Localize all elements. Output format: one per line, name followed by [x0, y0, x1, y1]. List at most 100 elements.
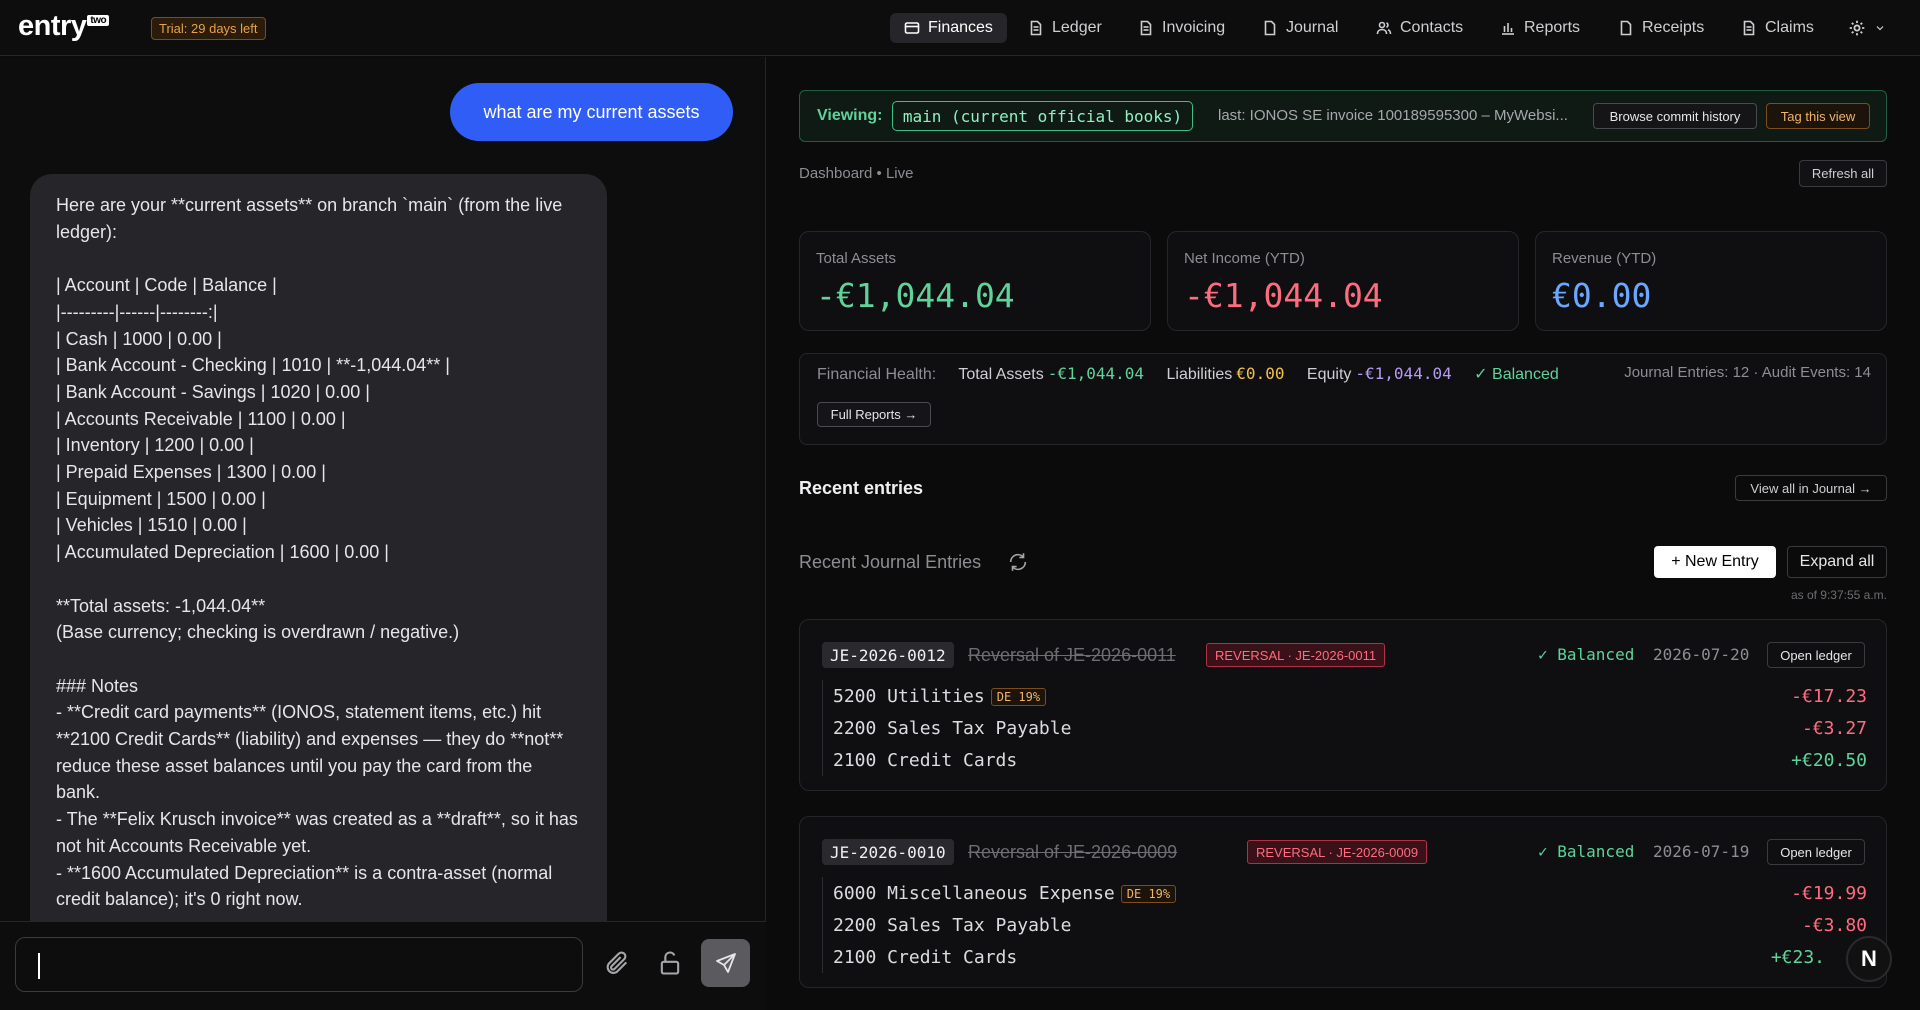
health-total-assets: Total Assets -€1,044.04 [958, 364, 1145, 383]
new-entry-button[interactable]: + New Entry [1654, 546, 1776, 578]
health-total-assets-value: -€1,044.04 [1047, 364, 1145, 383]
doc-icon [1743, 20, 1755, 36]
line-amount: -€17.23 [1791, 685, 1867, 707]
recent-journal-entries-title: Recent Journal Entries [799, 552, 982, 572]
line-account-name: 6000 Miscellaneous Expense [833, 882, 1115, 904]
line-account: 6000 Miscellaneous Expense DE 19% [833, 882, 1177, 904]
entry-lines: 5200 Utilities DE 19% -€17.23 2200 Sales … [822, 680, 1867, 776]
line-account: 2100 Credit Cards [833, 749, 1018, 771]
nav-label: Contacts [1400, 19, 1464, 36]
line-amount: +€20.50 [1791, 749, 1867, 771]
doc-icon [1140, 20, 1152, 36]
journal-entry-card: JE-2026-0010 Reversal of JE-2026-0009 RE… [799, 816, 1887, 988]
tax-badge: DE 19% [1120, 884, 1177, 903]
people-icon [1376, 21, 1392, 35]
nav-label: Claims [1765, 19, 1814, 36]
health-liabilities: Liabilities €0.00 [1166, 364, 1285, 383]
open-ledger-button[interactable]: Open ledger [1767, 642, 1865, 668]
entry-description: Reversal of JE-2026-0009 [968, 842, 1178, 862]
paperclip-icon[interactable] [603, 949, 631, 977]
nav-ledger[interactable]: Ledger [1014, 13, 1116, 43]
journal-audit-counts: Journal Entries: 12 · Audit Events: 14 [1624, 364, 1871, 381]
card-label: Net Income (YTD) [1184, 250, 1305, 267]
nav-label: Reports [1524, 19, 1581, 36]
entry-description: Reversal of JE-2026-0011 [968, 645, 1176, 665]
composer [0, 921, 766, 1010]
trial-badge[interactable]: Trial: 29 days left [151, 17, 266, 40]
expand-all-button[interactable]: Expand all [1787, 546, 1887, 578]
card-icon [904, 22, 920, 34]
total-assets-card: Total Assets -€1,044.04 [799, 231, 1151, 331]
top-bar: entry two Trial: 29 days left Finances Le… [0, 0, 1920, 56]
revenue-card: Revenue (YTD) €0.00 [1535, 231, 1887, 331]
line-account: 5200 Utilities DE 19% [833, 685, 1047, 707]
nav-label: Invoicing [1162, 19, 1226, 36]
line-account: 2100 Credit Cards [833, 946, 1018, 968]
health-liabilities-label: Liabilities [1166, 366, 1233, 383]
doc-icon [1030, 20, 1042, 36]
entry-balanced-status: ✓ Balanced [1538, 842, 1635, 861]
nav-reports[interactable]: Reports [1486, 13, 1594, 43]
journal-entry-card: JE-2026-0012 Reversal of JE-2026-0011 RE… [799, 619, 1887, 791]
as-of-timestamp: as of 9:37:55 a.m. [1790, 588, 1887, 602]
nav-finances[interactable]: Finances [890, 13, 1007, 43]
card-value: €0.00 [1552, 276, 1652, 315]
line-account: 2200 Sales Tax Payable [833, 914, 1072, 936]
user-message: what are my current assets [450, 83, 733, 141]
entry-date: 2026-07-20 [1653, 645, 1750, 664]
bar-chart-icon [1502, 23, 1514, 35]
last-commit-text: last: IONOS SE invoice 100189595300 – My… [1218, 107, 1568, 124]
nav-invoicing[interactable]: Invoicing [1124, 13, 1239, 43]
net-income-card: Net Income (YTD) -€1,044.04 [1167, 231, 1519, 331]
line-amount: +€23. [1770, 946, 1825, 968]
nav-receipts[interactable]: Receipts [1604, 13, 1718, 43]
health-liabilities-value: €0.00 [1236, 364, 1285, 383]
recent-entries-title: Recent entries [799, 478, 924, 498]
open-ledger-button[interactable]: Open ledger [1767, 839, 1865, 865]
gear-icon [1849, 20, 1865, 36]
chat-panel: what are my current assets Here are your… [0, 57, 766, 1010]
logo-superscript: two [87, 15, 110, 26]
unlock-icon[interactable] [656, 949, 684, 977]
refresh-icon[interactable] [1007, 551, 1029, 573]
line-amount: -€3.80 [1801, 914, 1867, 936]
entry-id[interactable]: JE-2026-0010 [822, 839, 954, 865]
nav-claims[interactable]: Claims [1727, 13, 1828, 43]
viewing-label: Viewing: [817, 107, 883, 124]
card-value: -€1,044.04 [1184, 276, 1383, 315]
nav-label: Finances [928, 19, 993, 36]
line-amount: -€19.99 [1791, 882, 1867, 904]
line-account-name: 5200 Utilities [833, 685, 985, 707]
branch-selector[interactable]: main (current official books) [892, 101, 1193, 131]
card-value: -€1,044.04 [816, 276, 1015, 315]
entry-line: 6000 Miscellaneous Expense DE 19% -€19.99 [823, 877, 1867, 909]
reversal-badge: REVERSAL · JE-2026-0011 [1206, 643, 1386, 667]
dashboard-status: Dashboard • Live [799, 165, 914, 182]
avatar[interactable]: N [1846, 936, 1892, 982]
full-reports-button[interactable]: Full Reports → [817, 402, 931, 427]
page-icon [1264, 20, 1276, 36]
message-input[interactable] [15, 937, 583, 992]
card-label: Total Assets [816, 250, 897, 267]
entry-line: 2100 Credit Cards +€23. [823, 941, 1867, 973]
send-button[interactable] [701, 939, 750, 987]
entry-lines: 6000 Miscellaneous Expense DE 19% -€19.99… [822, 877, 1867, 973]
browse-commit-history-button[interactable]: Browse commit history [1593, 103, 1757, 129]
branch-viewing-bar: Viewing: main (current official books) l… [799, 90, 1887, 142]
settings-menu[interactable] [1834, 13, 1900, 43]
assistant-message: Here are your **current assets** on bran… [30, 174, 607, 974]
app-logo[interactable]: entry two [18, 10, 110, 43]
refresh-all-button[interactable]: Refresh all [1799, 160, 1887, 187]
entry-line: 2200 Sales Tax Payable -€3.27 [823, 712, 1867, 744]
nav-contacts[interactable]: Contacts [1362, 13, 1477, 43]
entry-id[interactable]: JE-2026-0012 [822, 642, 954, 668]
page-icon [1620, 20, 1632, 36]
tag-view-button[interactable]: Tag this view [1766, 103, 1870, 129]
finances-dashboard: Viewing: main (current official books) l… [767, 57, 1920, 1010]
nav-journal[interactable]: Journal [1248, 13, 1352, 43]
line-amount: -€3.27 [1801, 717, 1867, 739]
view-all-journal-button[interactable]: View all in Journal → [1735, 475, 1887, 501]
nav-label: Ledger [1052, 19, 1102, 36]
health-equity-value: -€1,044.04 [1355, 364, 1452, 383]
send-icon [715, 953, 736, 973]
